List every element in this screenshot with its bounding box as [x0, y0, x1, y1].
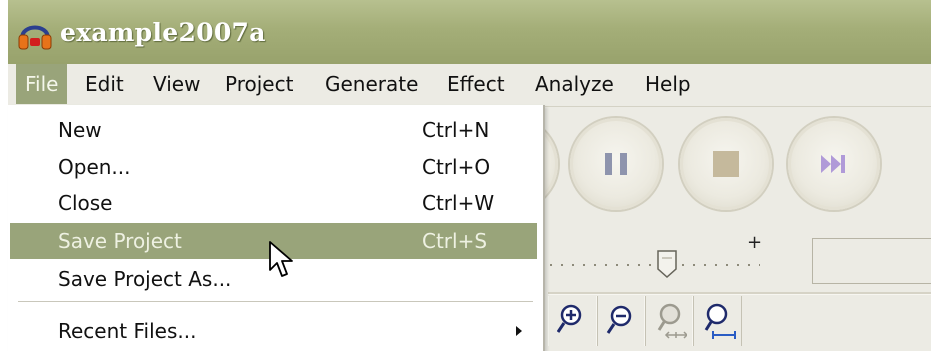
slider-track	[550, 264, 760, 266]
menu-edit[interactable]: Edit	[76, 64, 133, 104]
skip-to-end-icon	[821, 155, 845, 173]
menu-item-close[interactable]: Close Ctrl+W	[10, 185, 537, 221]
pause-button[interactable]	[570, 118, 662, 210]
file-dropdown-menu: New Ctrl+N Open... Ctrl+O Close Ctrl+W S…	[8, 105, 545, 351]
fit-selection-icon	[657, 303, 687, 339]
toolbar-separator	[548, 292, 931, 295]
fit-project-icon	[704, 303, 736, 339]
zoom-out-button[interactable]	[596, 296, 646, 346]
shortcut-label: Ctrl+W	[422, 191, 495, 215]
skip-to-end-button[interactable]	[788, 118, 880, 210]
mouse-pointer-icon	[269, 241, 293, 277]
menu-bar: File Edit View Project Generate Effect A…	[8, 64, 931, 107]
title-bar[interactable]: example2007a	[8, 0, 931, 64]
stop-icon	[713, 151, 739, 177]
slider-thumb[interactable]	[656, 249, 678, 279]
menu-item-new[interactable]: New Ctrl+N	[10, 112, 537, 148]
zoom-in-icon	[557, 304, 582, 333]
fit-selection-button[interactable]	[644, 296, 694, 346]
submenu-arrow-icon	[516, 326, 522, 336]
menu-analyze[interactable]: Analyze	[526, 64, 623, 104]
menu-view[interactable]: View	[144, 64, 209, 104]
menu-separator	[18, 301, 533, 302]
stop-button[interactable]	[680, 118, 772, 210]
zoom-out-icon	[606, 305, 632, 334]
menu-generate[interactable]: Generate	[316, 64, 427, 104]
zoom-in-button[interactable]	[548, 296, 598, 346]
headphones-icon	[18, 25, 52, 50]
menu-help[interactable]: Help	[636, 64, 700, 104]
menu-project[interactable]: Project	[216, 64, 302, 104]
shortcut-label: Ctrl+N	[422, 118, 490, 142]
menu-file[interactable]: File	[16, 64, 68, 104]
menu-item-open[interactable]: Open... Ctrl+O	[10, 149, 537, 185]
shortcut-label: Ctrl+S	[422, 229, 488, 253]
menu-item-recent-files[interactable]: Recent Files...	[10, 313, 537, 349]
shortcut-label: Ctrl+O	[422, 155, 491, 179]
fit-project-button[interactable]	[692, 296, 742, 346]
menu-effect[interactable]: Effect	[438, 64, 514, 104]
selection-field[interactable]	[812, 238, 931, 284]
slider-plus-label: +	[747, 232, 763, 253]
volume-slider[interactable]: +	[548, 232, 788, 282]
window-title: example2007a	[60, 18, 266, 47]
